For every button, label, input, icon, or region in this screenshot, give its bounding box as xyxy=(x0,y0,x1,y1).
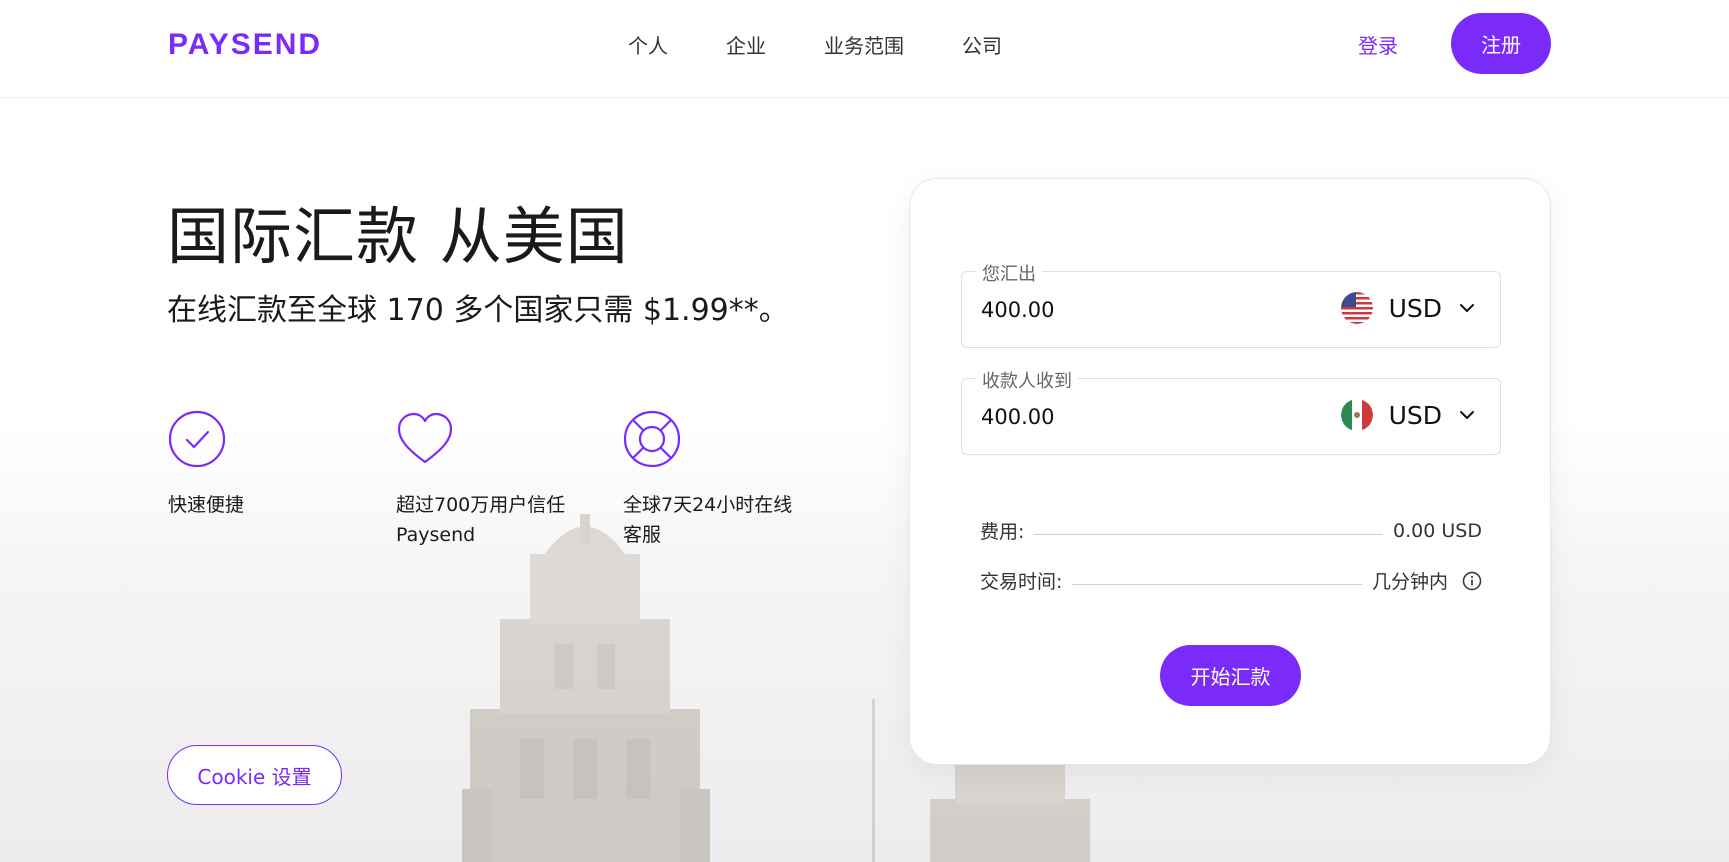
lifebuoy-icon xyxy=(623,410,681,468)
feature-text-line: Paysend xyxy=(396,524,476,546)
nav-item-business[interactable]: 企业 xyxy=(726,30,766,59)
transfer-calculator-card: 您汇出 USD xyxy=(909,178,1551,765)
hero-subtitle: 在线汇款至全球 170 多个国家只需 $1.99**。 xyxy=(167,293,789,328)
time-label: 交易时间: xyxy=(980,571,1063,593)
start-transfer-button[interactable]: 开始汇款 xyxy=(1160,645,1301,706)
page-title: 国际汇款 从美国 xyxy=(167,200,629,273)
feature-text: 全球7天24小时在线 客服 xyxy=(623,490,823,550)
feature-text-line: 客服 xyxy=(623,524,662,546)
send-currency-code: USD xyxy=(1388,293,1442,323)
time-value-wrap: 几分钟内 xyxy=(1372,567,1482,594)
send-amount-field: 您汇出 USD xyxy=(961,260,1501,348)
fee-divider xyxy=(1034,534,1384,535)
receive-currency-code: USD xyxy=(1388,400,1442,430)
info-icon[interactable] xyxy=(1462,571,1482,591)
time-value: 几分钟内 xyxy=(1371,571,1448,593)
chevron-down-icon xyxy=(1460,411,1474,419)
heart-icon xyxy=(397,412,453,464)
fee-value: 0.00 USD xyxy=(1393,519,1482,542)
receive-amount-label: 收款人收到 xyxy=(976,367,1078,393)
top-navigation-bar: PAYSEND 个人 企业 业务范围 公司 登录 注册 xyxy=(0,0,1729,98)
send-amount-label: 您汇出 xyxy=(976,260,1042,286)
main-nav: 个人 企业 业务范围 公司 xyxy=(628,30,1060,59)
login-link[interactable]: 登录 xyxy=(1358,30,1398,59)
time-row: 交易时间: 几分钟内 xyxy=(980,567,1482,594)
time-divider xyxy=(1072,584,1362,585)
fee-row: 费用: 0.00 USD xyxy=(980,517,1482,544)
nav-item-services[interactable]: 业务范围 xyxy=(824,30,904,59)
chevron-down-icon xyxy=(1460,304,1474,312)
feature-text-line: 快速便捷 xyxy=(168,494,245,516)
receive-currency-select[interactable]: USD xyxy=(1340,399,1476,431)
us-flag-icon xyxy=(1340,292,1373,324)
feature-text-line: 全球7天24小时在线 xyxy=(623,494,793,516)
check-circle-icon xyxy=(168,410,226,468)
nav-item-personal[interactable]: 个人 xyxy=(628,30,668,59)
send-amount-input[interactable] xyxy=(981,298,1281,322)
feature-fast: 快速便捷 xyxy=(168,410,368,520)
receive-amount-input[interactable] xyxy=(981,405,1281,429)
feature-text-line: 超过700万用户信任 xyxy=(396,494,566,516)
feature-trusted: 超过700万用户信任 Paysend xyxy=(396,410,596,550)
feature-text: 快速便捷 xyxy=(168,490,368,520)
send-currency-select[interactable]: USD xyxy=(1340,292,1476,324)
receive-amount-field: 收款人收到 USD xyxy=(961,367,1501,455)
cookie-settings-button[interactable]: Cookie 设置 xyxy=(167,745,342,805)
fee-label: 费用: xyxy=(980,521,1025,543)
feature-text: 超过700万用户信任 Paysend xyxy=(396,490,596,550)
register-button[interactable]: 注册 xyxy=(1451,13,1551,74)
feature-support: 全球7天24小时在线 客服 xyxy=(623,410,823,550)
mx-flag-icon xyxy=(1340,399,1373,431)
nav-item-company[interactable]: 公司 xyxy=(962,30,1002,59)
paysend-logo[interactable]: PAYSEND xyxy=(168,28,322,62)
